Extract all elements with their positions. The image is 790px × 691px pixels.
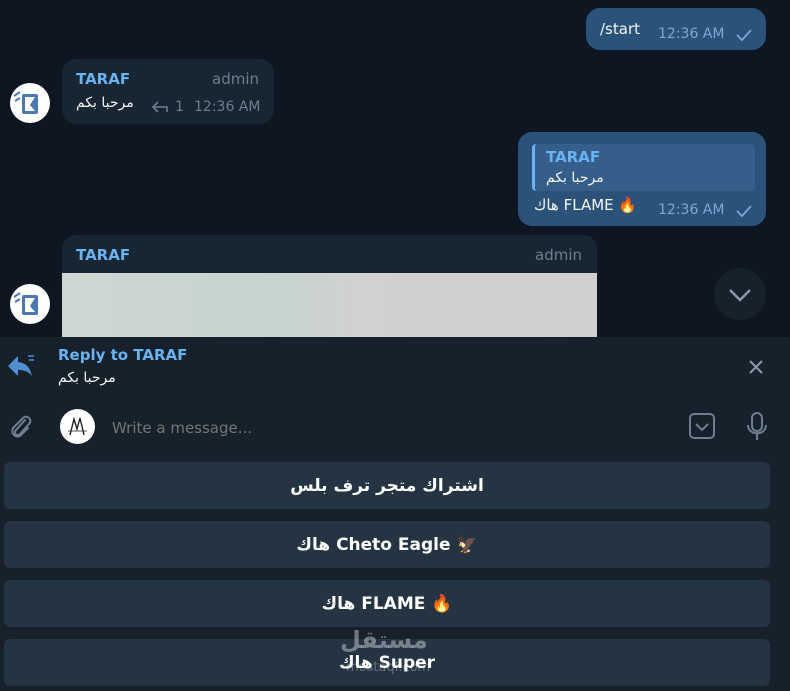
quoted-text: مرحبا بكم [546,170,604,186]
sent-check-icon [736,205,752,217]
keyboard-button-flame[interactable]: هاك FLAME 🔥 [4,580,770,627]
close-icon[interactable] [748,359,764,375]
message-time: 12:36 AM [658,202,725,218]
keyboard-button-cheto-eagle[interactable]: هاك Cheto Eagle 🦅 [4,521,770,568]
avatar-logo-icon [13,91,38,114]
media-image[interactable] [62,273,597,345]
message-time: 12:36 AM [194,99,261,115]
message-start[interactable]: /start 12:36 AM [586,8,766,50]
quoted-sender: TARAF [546,148,601,166]
sender-role: admin [535,246,582,264]
avatar-taraf[interactable] [10,83,50,123]
attach-icon[interactable] [8,412,34,442]
reply-icon [8,355,34,376]
message-text: هاك FLAME 🔥 [534,196,638,214]
microphone-icon[interactable] [746,412,768,442]
avatar-logo-icon [13,292,38,315]
keyboard-button-label: هاك Cheto Eagle 🦅 [296,534,478,555]
keyboard-button-subscribe[interactable]: اشتراك متجر ترف بلس [4,462,770,509]
keyboard-button-label: هاك FLAME 🔥 [321,593,453,614]
reply-bar-text: مرحبا بكم [58,370,116,386]
bot-avatar[interactable] [60,409,95,444]
reply-bar: Reply to TARAF مرحبا بكم [0,337,790,399]
keyboard-button-label: هاك Super [338,652,436,673]
sender-name[interactable]: TARAF [76,70,130,88]
sender-role: admin [212,70,259,88]
composer [0,399,790,457]
reply-count[interactable]: 1 [175,99,184,115]
sent-check-icon [736,29,752,41]
sender-name[interactable]: TARAF [76,246,130,264]
reply-arrow-icon [152,101,168,113]
message-input[interactable] [110,413,674,443]
message-welcome[interactable]: TARAF admin مرحبا بكم 1 12:36 AM [62,59,274,124]
bot-logo-icon [68,416,87,436]
message-text: /start [600,20,640,38]
message-time: 12:36 AM [658,26,725,42]
quoted-message[interactable]: TARAF مرحبا بكم [532,144,755,191]
chevron-down-icon [729,289,751,302]
scroll-down-button[interactable] [714,268,766,320]
reply-bar-title: Reply to TARAF [58,346,188,364]
message-text: مرحبا بكم [76,95,134,111]
avatar-taraf[interactable] [10,284,50,324]
bot-keyboard: اشتراك متجر ترف بلس هاك Cheto Eagle 🦅 ها… [0,457,790,691]
keyboard-toggle-icon[interactable] [688,412,716,440]
keyboard-button-label: اشتراك متجر ترف بلس [290,475,484,496]
message-reply-out[interactable]: TARAF مرحبا بكم هاك FLAME 🔥 12:36 AM [518,132,766,226]
keyboard-button-super[interactable]: هاك Super [4,639,770,686]
message-media[interactable]: TARAF admin [62,235,597,345]
